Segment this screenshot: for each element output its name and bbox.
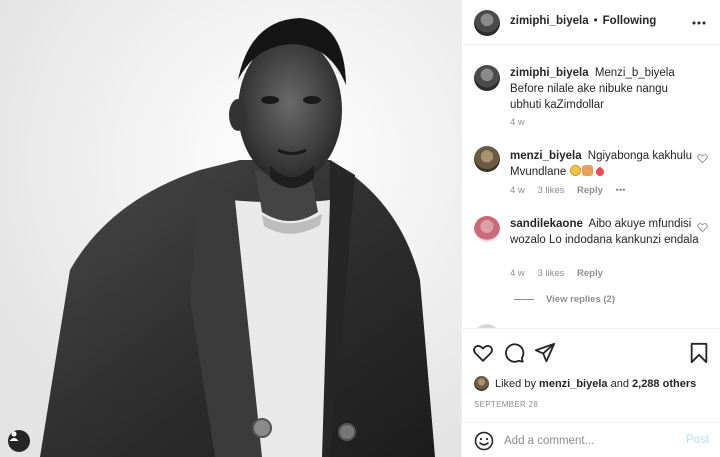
view-replies-button[interactable]: View replies (2) xyxy=(514,294,615,305)
caption: zimiphi_biyela Menzi_b_biyela Before nil… xyxy=(510,65,700,113)
comment-avatar[interactable] xyxy=(474,146,500,172)
smiling-face-icon xyxy=(570,165,582,176)
like-heart-icon[interactable] xyxy=(472,342,494,364)
post-actions: Liked by menzi_biyela and 2,288 others S… xyxy=(462,328,720,418)
liked-by-prefix: Liked by xyxy=(495,377,536,390)
liker-avatar[interactable] xyxy=(474,376,489,391)
like-comment-heart-icon[interactable] xyxy=(697,222,708,233)
liked-by-user[interactable]: menzi_biyela xyxy=(539,378,607,390)
view-replies-line xyxy=(514,299,534,300)
comment-2-meta: 4 w 3 likes Reply xyxy=(510,268,613,279)
more-horizontal-icon[interactable] xyxy=(692,16,706,30)
comment-avatar[interactable] xyxy=(474,216,500,242)
following-button[interactable]: Following xyxy=(603,15,657,27)
reply-button[interactable]: Reply xyxy=(577,185,603,196)
comment-username[interactable]: sandilekaone xyxy=(510,218,583,230)
post-header: zimiphi_biyela • Following xyxy=(462,0,720,45)
comment-1-meta: 4 w 3 likes Reply ••• xyxy=(510,185,636,196)
caption-avatar[interactable] xyxy=(474,65,500,91)
comment-username[interactable]: menzi_biyela xyxy=(510,150,582,162)
comment-time[interactable]: 4 w xyxy=(510,185,525,196)
tagged-people-icon[interactable] xyxy=(8,430,30,452)
post-date[interactable]: SEPTEMBER 28 xyxy=(474,400,538,409)
author-avatar[interactable] xyxy=(474,10,500,36)
comment-bubble-icon[interactable] xyxy=(503,342,525,364)
liked-by-others[interactable]: 2,288 others xyxy=(632,378,696,390)
author-follow-row: zimiphi_biyela • Following xyxy=(510,15,656,27)
portrait-image xyxy=(0,0,461,457)
comment-time[interactable]: 4 w xyxy=(510,268,525,279)
liked-by-row: Liked by menzi_biyela and 2,288 others xyxy=(474,376,696,391)
caption-username[interactable]: zimiphi_biyela xyxy=(510,67,589,79)
comment-input[interactable] xyxy=(504,432,674,450)
post-comment-button[interactable]: Post xyxy=(686,434,709,446)
comment-1: menzi_biyela Ngiyabonga kakhulu Mvundlan… xyxy=(510,148,700,180)
comment-likes[interactable]: 3 likes xyxy=(537,268,564,279)
view-replies-label: View replies (2) xyxy=(546,294,615,305)
post-side-panel: zimiphi_biyela • Following zimiphi_biyela … xyxy=(461,0,720,457)
post-photo[interactable] xyxy=(0,0,461,457)
author-username[interactable]: zimiphi_biyela xyxy=(510,15,589,27)
share-paper-plane-icon[interactable] xyxy=(534,342,556,364)
caption-meta: 4 w xyxy=(510,117,535,128)
reply-button[interactable]: Reply xyxy=(577,268,603,279)
caption-time[interactable]: 4 w xyxy=(510,117,525,128)
comment-2: sandilekaone Aibo akuye mfundisi wozalo … xyxy=(510,216,700,248)
separator-dot: • xyxy=(593,15,598,27)
emoji-picker-icon[interactable] xyxy=(474,431,494,451)
praying-hands-icon xyxy=(582,165,594,176)
like-comment-heart-icon[interactable] xyxy=(697,153,708,164)
add-comment-bar: Post xyxy=(462,422,720,457)
comments-list[interactable]: zimiphi_biyela Menzi_b_biyela Before nil… xyxy=(462,45,720,328)
red-heart-icon xyxy=(594,166,607,178)
liked-by-and: and xyxy=(610,377,629,390)
comment-likes[interactable]: 3 likes xyxy=(537,185,564,196)
comment-more-icon[interactable]: ••• xyxy=(616,185,626,196)
save-bookmark-icon[interactable] xyxy=(688,342,710,364)
